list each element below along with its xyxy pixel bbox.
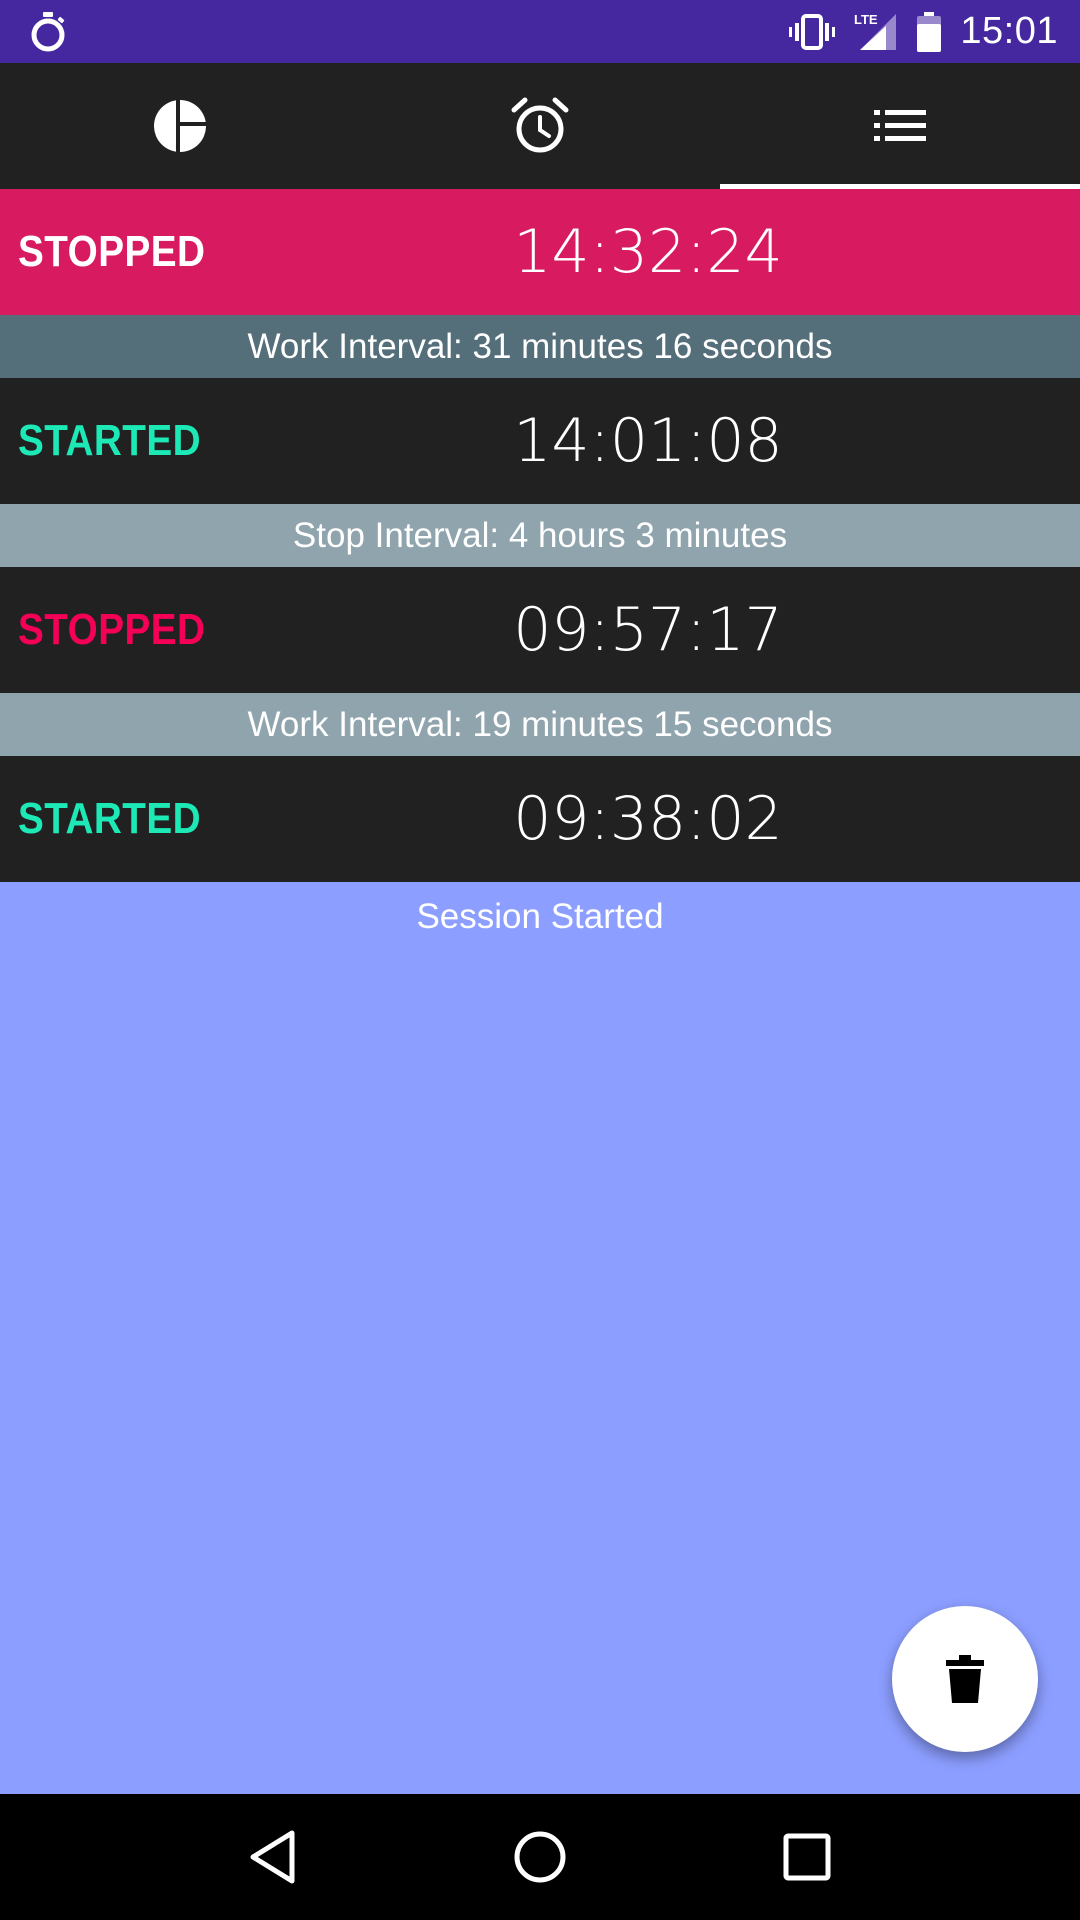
status-bar: LTE 15:01 [0,0,1080,63]
event-time: 14:32:24 [513,217,783,287]
log-event-row[interactable]: STARTED 09:38:02 [0,756,1080,882]
interval-row: Stop Interval: 4 hours 3 minutes [0,504,1080,567]
log-event-row[interactable]: STOPPED 14:32:24 [0,189,1080,315]
pie-chart-icon [154,100,206,152]
interval-row: Work Interval: 19 minutes 15 seconds [0,693,1080,756]
status-time: 15:01 [960,10,1058,52]
tab-timer[interactable] [360,63,720,189]
back-icon [250,1830,295,1884]
lte-signal-icon: LTE [854,12,897,50]
recents-icon [783,1833,831,1881]
stopwatch-notification-icon [31,12,65,52]
tab-statistics[interactable] [0,63,360,189]
interval-row: Work Interval: 31 minutes 16 seconds [0,315,1080,378]
nav-recents-button[interactable] [767,1817,847,1897]
log-event-row[interactable]: STOPPED 09:57:17 [0,567,1080,693]
log-list: STOPPED 14:32:24 Work Interval: 31 minut… [0,189,1080,952]
list-icon [874,110,926,141]
event-time: 14:01:08 [513,406,783,476]
nav-back-button[interactable] [233,1817,313,1897]
session-started-row: Session Started [0,882,1080,952]
delete-log-button[interactable] [892,1606,1038,1752]
event-time: 09:57:17 [513,595,783,665]
tab-log[interactable] [720,63,1080,189]
nav-home-button[interactable] [500,1817,580,1897]
event-time: 09:38:02 [513,784,783,854]
trash-icon [946,1655,984,1703]
session-started-text: Session Started [416,897,664,936]
battery-icon [917,11,942,52]
lte-label: LTE [854,12,878,27]
interval-text: Stop Interval: 4 hours 3 minutes [292,515,788,555]
tab-bar [0,63,1080,189]
interval-text: Work Interval: 19 minutes 15 seconds [247,704,833,744]
interval-text: Work Interval: 31 minutes 16 seconds [247,326,833,366]
log-event-row[interactable]: STARTED 14:01:08 [0,378,1080,504]
home-icon [514,1831,566,1883]
system-nav-bar [0,1794,1080,1920]
vibrate-icon [789,13,836,50]
alarm-clock-icon [511,97,569,153]
